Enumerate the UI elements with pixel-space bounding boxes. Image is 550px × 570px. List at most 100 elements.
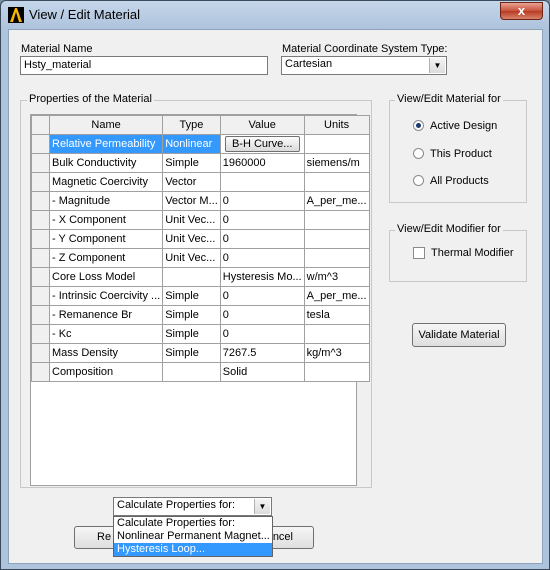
table-row[interactable]: - X Component Unit Vec... 0: [31, 210, 370, 230]
property-name[interactable]: Magnetic Coercivity: [48, 172, 164, 192]
property-type[interactable]: [162, 362, 221, 382]
thermal-modifier-label[interactable]: Thermal Modifier: [431, 247, 514, 259]
coord-system-select[interactable]: Cartesian ▼: [281, 56, 447, 75]
row-header[interactable]: [31, 286, 50, 306]
property-name[interactable]: Bulk Conductivity: [48, 153, 164, 173]
property-units[interactable]: [303, 229, 370, 249]
property-value[interactable]: 0: [219, 210, 305, 230]
column-header[interactable]: Type: [162, 115, 221, 135]
radio-this-product-label[interactable]: This Product: [430, 148, 492, 160]
row-header[interactable]: [31, 153, 50, 173]
property-name[interactable]: - Kc: [48, 324, 164, 344]
property-type[interactable]: Simple: [162, 305, 221, 325]
property-name[interactable]: - Remanence Br: [48, 305, 164, 325]
property-type[interactable]: Simple: [162, 153, 221, 173]
table-row[interactable]: - Kc Simple 0: [31, 324, 370, 344]
property-name[interactable]: - Y Component: [48, 229, 164, 249]
property-units[interactable]: kg/m^3: [303, 343, 370, 363]
column-header[interactable]: Units: [303, 115, 370, 135]
property-value[interactable]: Hysteresis Mo...: [219, 267, 305, 287]
property-type[interactable]: Unit Vec...: [162, 229, 221, 249]
property-value[interactable]: 0: [219, 286, 305, 306]
radio-all-products-label[interactable]: All Products: [430, 175, 489, 187]
property-value[interactable]: 1960000: [219, 153, 305, 173]
property-value[interactable]: Solid: [219, 362, 305, 382]
property-units[interactable]: [303, 324, 370, 344]
property-value[interactable]: 7267.5: [219, 343, 305, 363]
row-header[interactable]: [31, 172, 50, 192]
thermal-modifier-checkbox[interactable]: [413, 247, 425, 259]
property-type[interactable]: Simple: [162, 343, 221, 363]
bh-curve-button[interactable]: B-H Curve...: [224, 136, 300, 152]
radio-active-design-label[interactable]: Active Design: [430, 120, 497, 132]
property-value[interactable]: 0: [219, 248, 305, 268]
property-type[interactable]: Unit Vec...: [162, 210, 221, 230]
property-value[interactable]: 0: [219, 229, 305, 249]
row-header[interactable]: [31, 305, 50, 325]
property-name[interactable]: Composition: [48, 362, 164, 382]
property-name[interactable]: Relative Permeability: [48, 134, 164, 154]
property-type[interactable]: Simple: [162, 286, 221, 306]
row-header[interactable]: [31, 229, 50, 249]
property-name[interactable]: - X Component: [48, 210, 164, 230]
calc-properties-select[interactable]: Calculate Properties for: ▼: [113, 497, 272, 516]
table-row[interactable]: - Magnitude Vector M... 0 A_per_me...: [31, 191, 370, 211]
property-units[interactable]: [303, 210, 370, 230]
table-row[interactable]: Magnetic Coercivity Vector: [31, 172, 370, 192]
radio-this-product[interactable]: [413, 148, 424, 159]
table-row[interactable]: - Z Component Unit Vec... 0: [31, 248, 370, 268]
property-name[interactable]: - Magnitude: [48, 191, 164, 211]
dropdown-option-highlighted[interactable]: Hysteresis Loop...: [114, 543, 272, 556]
property-name[interactable]: Mass Density: [48, 343, 164, 363]
material-name-input[interactable]: Hsty_material: [20, 56, 268, 75]
property-units[interactable]: [303, 248, 370, 268]
property-type[interactable]: Vector M...: [162, 191, 221, 211]
property-value[interactable]: 0: [219, 324, 305, 344]
property-units[interactable]: A_per_me...: [303, 191, 370, 211]
property-name[interactable]: - Z Component: [48, 248, 164, 268]
column-header[interactable]: Name: [48, 115, 164, 135]
row-header[interactable]: [31, 248, 50, 268]
table-row[interactable]: - Intrinsic Coercivity ... Simple 0 A_pe…: [31, 286, 370, 306]
property-value[interactable]: 0: [219, 191, 305, 211]
validate-material-button[interactable]: Validate Material: [412, 323, 506, 347]
property-type[interactable]: Nonlinear: [162, 134, 221, 154]
radio-active-design[interactable]: [413, 120, 424, 131]
table-row[interactable]: - Remanence Br Simple 0 tesla: [31, 305, 370, 325]
row-header[interactable]: [31, 210, 50, 230]
property-units[interactable]: [303, 172, 370, 192]
row-header[interactable]: [31, 191, 50, 211]
property-value[interactable]: [219, 172, 305, 192]
property-type[interactable]: Unit Vec...: [162, 248, 221, 268]
property-type[interactable]: [162, 267, 221, 287]
row-header[interactable]: [31, 134, 50, 154]
property-units[interactable]: [303, 362, 370, 382]
row-header[interactable]: [31, 267, 50, 287]
dropdown-option[interactable]: Calculate Properties for:: [114, 517, 272, 530]
property-value[interactable]: 0: [219, 305, 305, 325]
column-header[interactable]: Value: [219, 115, 305, 135]
dropdown-option[interactable]: Nonlinear Permanent Magnet...: [114, 530, 272, 543]
row-header[interactable]: [31, 343, 50, 363]
radio-all-products[interactable]: [413, 175, 424, 186]
table-row[interactable]: Core Loss Model Hysteresis Mo... w/m^3: [31, 267, 370, 287]
table-row[interactable]: Mass Density Simple 7267.5 kg/m^3: [31, 343, 370, 363]
table-row[interactable]: Composition Solid: [31, 362, 370, 382]
row-header[interactable]: [31, 362, 50, 382]
property-units[interactable]: tesla: [303, 305, 370, 325]
property-name[interactable]: Core Loss Model: [48, 267, 164, 287]
table-row[interactable]: Relative Permeability Nonlinear B-H Curv…: [31, 134, 370, 154]
table-row[interactable]: - Y Component Unit Vec... 0: [31, 229, 370, 249]
property-units[interactable]: siemens/m: [303, 153, 370, 173]
property-units[interactable]: [303, 134, 370, 154]
property-units[interactable]: A_per_me...: [303, 286, 370, 306]
title-bar[interactable]: View / Edit Material x: [1, 1, 549, 29]
property-type[interactable]: Simple: [162, 324, 221, 344]
table-row[interactable]: Bulk Conductivity Simple 1960000 siemens…: [31, 153, 370, 173]
properties-group-label: Properties of the Material: [27, 93, 154, 105]
property-units[interactable]: w/m^3: [303, 267, 370, 287]
property-name[interactable]: - Intrinsic Coercivity ...: [48, 286, 164, 306]
row-header[interactable]: [31, 324, 50, 344]
close-button[interactable]: x: [500, 2, 543, 20]
property-type[interactable]: Vector: [162, 172, 221, 192]
